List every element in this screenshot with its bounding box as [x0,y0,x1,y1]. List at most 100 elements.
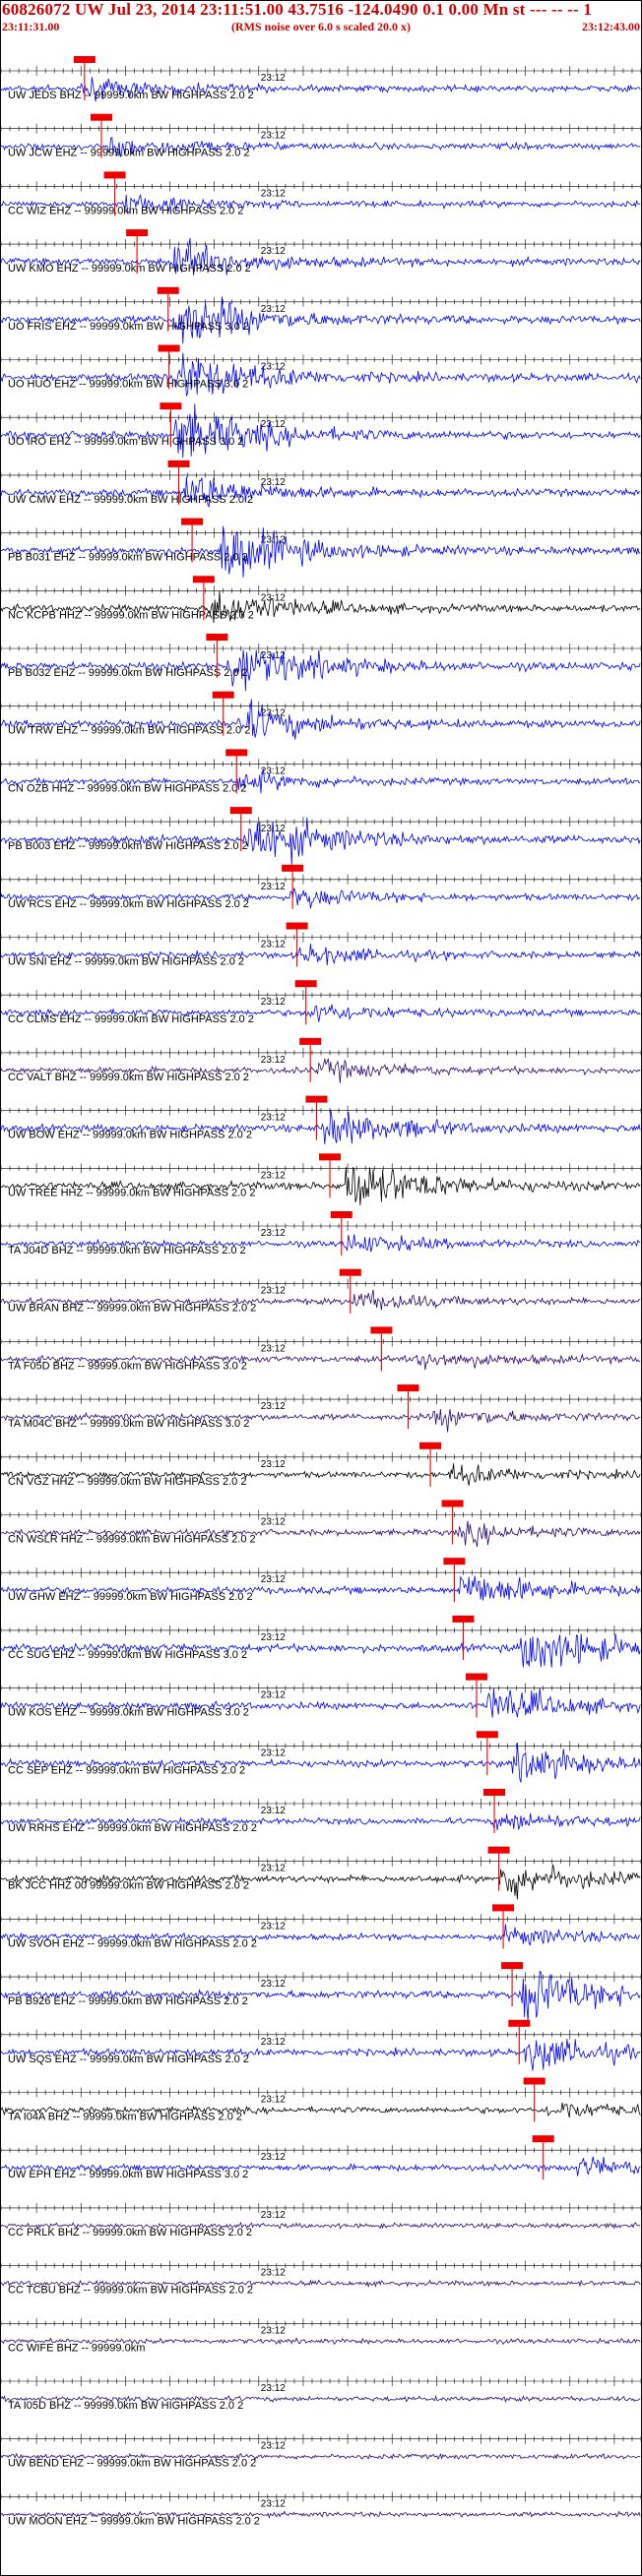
trace-label: NC KCPB HHZ -- 99999.0km BW HIGHPASS 2.0… [8,609,254,621]
minute-label: 23:12 [261,1748,286,1758]
trace-33: 23:12 UW SVOH EHZ -- 99999.0km BW HIGHPAS… [0,1904,642,1949]
trace-26: 23:12 CN WSLR HHZ -- 99999.0km BW HIGHPAS… [0,1500,642,1548]
trace-label: UW BRAN BHZ -- 99999.0km BW HIGHPASS 2.0… [8,1303,256,1315]
minute-label: 23:12 [261,2498,286,2509]
trace-13: 23:12 CN OZB HHZ -- 99999.0km BW HIGHPASS… [0,749,642,794]
trace-29: 23:12 UW KOS EHZ -- 99999.0km BW HIGHPASS… [0,1673,642,1719]
minute-label: 23:12 [261,2210,286,2221]
minute-label: 23:12 [261,1286,286,1297]
pick-marker [419,1441,442,1449]
pick-marker [487,1846,510,1854]
trace-label: PB B031 EHZ -- 99999.0km BW HIGHPASS 2.0… [8,552,248,564]
minute-label: 23:12 [261,477,286,488]
minute-label: 23:12 [261,2383,286,2394]
trace-label: UW JEDS BHZ -- 99999.0km BW HIGHPASS 2.0… [8,90,254,101]
trace-30: 23:12 CC SEP EHZ -- 99999.0km BW HIGHPASS… [0,1731,642,1783]
trace-17: 23:12 CC CLMS EHZ -- 99999.0km BW HIGHPAS… [0,980,642,1025]
trace-40: 23:12 CC WIFE BHZ -- 99999.0km [0,2318,642,2354]
trace-20: 23:12 UW TREE HHZ -- 99999.0km BW HIGHPAS… [0,1153,642,1206]
trace-label: UW TREE HHZ -- 99999.0km BW HIGHPASS 2.0… [8,1187,255,1198]
seismogram-plot: 23:12 UW JEDS BHZ -- 99999.0km BW HIGHPAS… [0,56,642,2527]
trace-label: UW GHW EHZ -- 99999.0km BW HIGHPASS 2.0 … [8,1591,253,1603]
record-header: 60826072 UW Jul 23, 2014 23:11:51.00 43.… [0,0,642,37]
trace-label: UW JCW EHZ -- 99999.0km BW HIGHPASS 2.0 … [8,148,250,159]
trace-6: 23:12 UO HUO EHZ -- 99999.0km BW HIGHPASS… [0,344,642,398]
trace-21: 23:12 TA J04D BHZ -- 99999.0km BW HIGHPAS… [0,1211,642,1257]
minute-label: 23:12 [261,1401,286,1412]
minute-label: 23:12 [261,882,286,892]
trace-label: PB B032 EHZ -- 99999.0km BW HIGHPASS 2.0… [8,667,248,679]
trace-24: 23:12 TA M04C BHZ -- 99999.0km BW HIGHPAS… [0,1384,642,1433]
pick-marker [370,1326,393,1334]
trace-1: 23:12 UW JEDS BHZ -- 99999.0km BW HIGHPAS… [0,56,642,101]
minute-label: 23:12 [261,1459,286,1470]
trace-label: TA I05D BHZ -- 99999.0km BW HIGHPASS 2.0… [8,2400,243,2412]
pick-marker [492,1904,515,1912]
rms-note: (RMS noise over 6.0 s scaled 20.0 x) [230,20,412,33]
pick-marker [103,171,126,179]
pick-marker [305,1095,328,1103]
minute-label: 23:12 [261,1113,286,1124]
trace-label: CC TCBU BHZ -- 99999.0km BW HIGHPASS 2.0… [8,2285,253,2297]
pick-marker [282,864,304,872]
trace-31: 23:12 UW RRHS EHZ -- 99999.0km BW HIGHPAS… [0,1789,642,1834]
pick-marker [397,1384,419,1392]
minute-label: 23:12 [261,1517,286,1528]
trace-label: TA M04C BHZ -- 99999.0km BW HIGHPASS 3.0… [8,1418,249,1430]
pick-marker [167,460,190,467]
trace-label: UW SQS EHZ -- 99999.0km BW HIGHPASS 2.0 … [8,2054,249,2065]
minute-label: 23:12 [261,73,286,84]
minute-label: 23:12 [261,2441,286,2452]
trace-label: UW BOW EHZ -- 99999.0km BW HIGHPASS 2.0 … [8,1130,252,1141]
trace-28: 23:12 CC SUG EHZ -- 99999.0km BW HIGHPASS… [0,1615,642,1668]
trace-label: BK JCC HHZ 00 99999.0km BW HIGHPASS 2.0 … [8,1880,249,1892]
trace-11: 23:12PB B032 EHZ -- 99999.0km BW HIGHPAS… [0,634,642,692]
minute-label: 23:12 [261,997,286,1008]
minute-label: 23:12 [261,1864,286,1874]
trace-25: 23:12 CN VGZ HHZ -- 99999.0km BW HIGHPASS… [0,1441,642,1488]
trace-27: 23:12 UW GHW EHZ -- 99999.0km BW HIGHPASS… [0,1558,642,1603]
minute-label: 23:12 [261,1921,286,1932]
trace-label: UO HUO EHZ -- 99999.0km BW HIGHPASS 3.0 … [8,379,248,391]
trace-label: CC WIZ EHZ -- 99999.0km BW HIGHPASS 2.0 … [8,205,243,216]
minute-label: 23:12 [261,1979,286,1990]
trace-32: 23:12 BK JCC HHZ 00 99999.0km BW HIGHPASS… [0,1846,642,1900]
minute-label: 23:12 [261,1690,286,1701]
trace-label: UW EPH EHZ -- 99999.0km BW HIGHPASS 3.0 … [8,2169,248,2180]
pick-marker [330,1211,353,1218]
trace-label: CC SUG EHZ -- 99999.0km BW HIGHPASS 3.0 … [8,1649,247,1661]
trace-label: UW RRHS EHZ -- 99999.0km BW HIGHPASS 2.0… [8,1822,257,1834]
minute-label: 23:12 [261,940,286,951]
minute-label: 23:12 [261,708,286,719]
trace-label: CC PRLK BHZ -- 99999.0km BW HIGHPASS 2.0… [8,2227,252,2239]
trace-label: UW MOON EHZ -- 99999.0km BW HIGHPASS 2.0… [8,2515,260,2527]
trace-label: UW TRW EHZ -- 99999.0km BW HIGHPASS 2.0 … [8,725,250,737]
trace-22: 23:12 UW BRAN BHZ -- 99999.0km BW HIGHPAS… [0,1268,642,1315]
trace-23: 23:12 TA F05D BHZ -- 99999.0km BW HIGHPAS… [0,1326,642,1372]
pick-marker [91,113,113,121]
trace-label: CC WIFE BHZ -- 99999.0km [8,2342,145,2354]
trace-label: UW KOS EHZ -- 99999.0km BW HIGHPASS 3.0 … [8,1707,249,1719]
trace-label: UW CMW EHZ -- 99999.0km BW HIGHPASS 2.0 … [8,494,253,506]
minute-label: 23:12 [261,131,286,142]
minute-label: 23:12 [261,766,286,776]
trace-label: UW KMO EHZ -- 99999.0km BW HIGHPASS 2.0 … [8,263,251,275]
trace-9: 23:12PB B031 EHZ -- 99999.0km BW HIGHPAS… [0,518,642,578]
trace-label: CC VALT BHZ -- 99999.0km BW HIGHPASS 2.0… [8,1072,249,1083]
pick-marker [158,344,180,352]
trace-43: 23:12UW MOON EHZ -- 99999.0km BW HIGHPAS… [0,2491,642,2527]
trace-41: 23:12 TA I05D BHZ -- 99999.0km BW HIGHPAS… [0,2376,642,2412]
trace-label: PB B003 EHZ -- 99999.0km BW HIGHPASS 2.0… [8,840,248,852]
trace-36: 23:12 TA I04A BHZ -- 99999.0km BW HIGHPAS… [0,2077,642,2123]
pick-marker [157,286,179,294]
minute-label: 23:12 [261,2152,286,2163]
minute-label: 23:12 [261,1632,286,1643]
trace-8: 23:12 UW CMW EHZ -- 99999.0km BW HIGHPASS… [0,460,642,509]
trace-42: 23:12 UW BEND EHZ -- 99999.0km BW HIGHPAS… [0,2433,642,2470]
pick-marker [465,1673,487,1681]
pick-marker [206,634,228,641]
minute-label: 23:12 [261,1228,286,1239]
minute-label: 23:12 [261,2037,286,2048]
trace-38: 23:12 CC PRLK BHZ -- 99999.0km BW HIGHPAS… [0,2202,642,2239]
waveform [0,1742,641,1783]
